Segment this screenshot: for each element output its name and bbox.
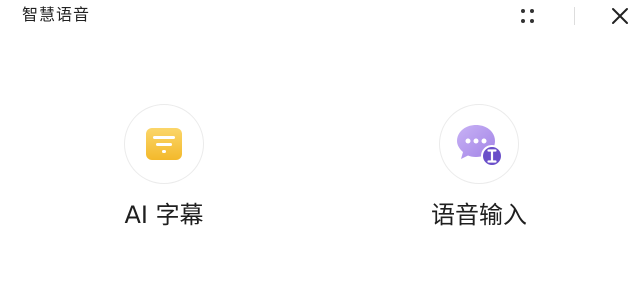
window-title: 智慧语音 bbox=[22, 5, 91, 24]
close-icon bbox=[612, 8, 628, 24]
grid-dots-icon bbox=[521, 9, 534, 23]
ai-subtitle-label: AI 字幕 bbox=[124, 201, 204, 229]
voice-input-label: 语音输入 bbox=[431, 201, 527, 229]
voice-input-button[interactable]: 语音输入 bbox=[399, 104, 559, 230]
ai-subtitle-icon-circle bbox=[124, 104, 204, 184]
voice-input-icon-circle bbox=[439, 104, 519, 184]
ai-subtitle-button[interactable]: AI 字幕 bbox=[84, 104, 244, 230]
toolbar-divider bbox=[574, 7, 575, 25]
chat-bubble-input-icon bbox=[457, 125, 503, 167]
subtitle-card-icon bbox=[146, 128, 182, 160]
grid-menu-button[interactable] bbox=[515, 5, 541, 27]
close-button[interactable] bbox=[608, 4, 632, 28]
